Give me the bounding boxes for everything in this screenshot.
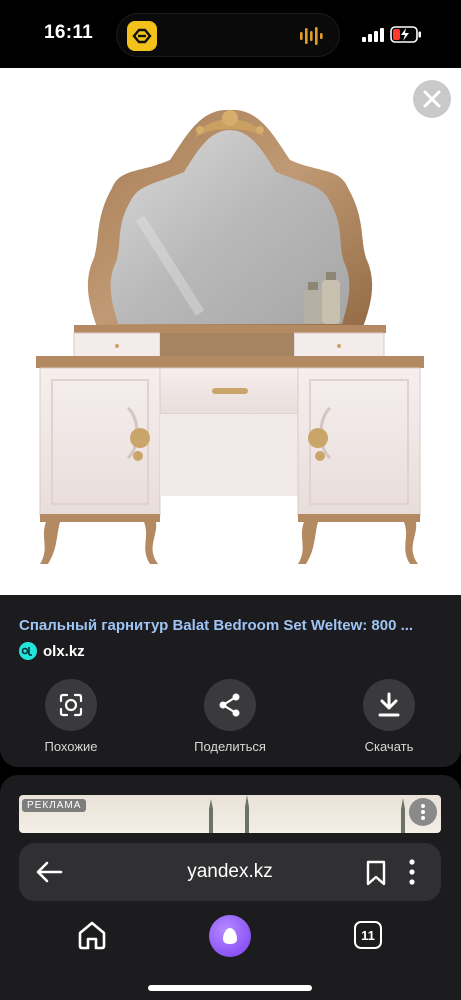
battery-charging-icon — [390, 26, 421, 43]
download-label: Скачать — [364, 739, 414, 754]
lens-search-icon — [45, 679, 97, 731]
address-bar[interactable]: yandex.kz — [19, 843, 441, 901]
alice-icon — [223, 928, 237, 944]
status-time: 16:11 — [44, 22, 94, 43]
ad-banner[interactable]: РЕКЛАМА — [19, 795, 441, 833]
dynamic-island[interactable] — [116, 13, 340, 57]
share-button[interactable]: Поделиться — [180, 679, 280, 754]
similar-button[interactable]: Похожие — [21, 679, 121, 754]
url-text[interactable]: yandex.kz — [99, 861, 361, 883]
alice-assistant-button[interactable] — [209, 915, 251, 957]
signal-icon — [362, 28, 384, 42]
download-icon — [363, 679, 415, 731]
download-button[interactable]: Скачать — [339, 679, 439, 754]
source-row[interactable]: olx.kz — [19, 641, 85, 661]
similar-label: Похожие — [44, 739, 98, 754]
more-vertical-icon — [421, 804, 425, 820]
result-info-card: Спальный гарнитур Balat Bedroom Set Welt… — [0, 595, 461, 767]
image-viewer[interactable] — [0, 68, 461, 595]
ad-badge: РЕКЛАМА — [22, 799, 87, 812]
bottom-navigation: 11 — [0, 905, 461, 1000]
app-activity-icon — [127, 21, 157, 51]
back-arrow-icon[interactable] — [35, 860, 63, 884]
olx-logo-icon — [19, 642, 37, 660]
home-indicator — [148, 985, 312, 991]
status-bar: 16:11 — [0, 0, 461, 68]
home-icon[interactable] — [76, 919, 108, 951]
ad-more-button[interactable] — [409, 798, 437, 826]
close-button[interactable] — [413, 80, 451, 118]
source-name: olx.kz — [43, 642, 85, 660]
bookmark-icon[interactable] — [365, 860, 387, 886]
share-label: Поделиться — [194, 739, 266, 754]
tabs-count-button[interactable]: 11 — [354, 921, 382, 949]
dressing-table-image — [0, 68, 461, 595]
audio-wave-icon — [300, 27, 323, 45]
close-icon — [423, 90, 441, 108]
share-icon — [204, 679, 256, 731]
result-title-link[interactable]: Спальный гарнитур Balat Bedroom Set Welt… — [19, 617, 444, 634]
more-vertical-icon[interactable] — [404, 858, 420, 886]
